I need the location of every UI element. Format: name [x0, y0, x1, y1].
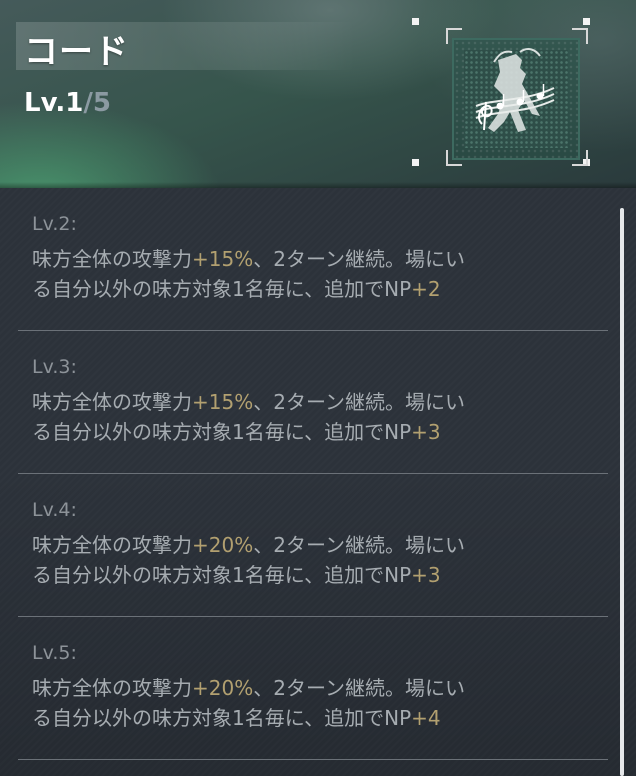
- np-bonus: +4: [411, 706, 441, 730]
- effect-description: 味方全体の攻撃力+20%、2ターン継続。場にい る自分以外の味方対象1名毎に、追…: [32, 673, 592, 733]
- frame-dot: [412, 159, 419, 166]
- level-label: Lv.3:: [32, 356, 77, 378]
- effect-text: る自分以外の味方対象1名毎に、追加でNP: [32, 277, 412, 301]
- skill-icon: [452, 38, 580, 160]
- attack-bonus: +15%: [192, 390, 254, 414]
- level-label: Lv.4:: [32, 499, 77, 521]
- skill-level: Lv.1/5: [24, 88, 111, 118]
- effect-text: 、2ターン継続。場にい: [253, 247, 465, 271]
- np-bonus: +3: [411, 420, 441, 444]
- effect-description: 味方全体の攻撃力+15%、2ターン継続。場にい る自分以外の味方対象1名毎に、追…: [32, 387, 592, 447]
- attack-bonus: +15%: [192, 247, 254, 271]
- max-level: /5: [83, 88, 111, 118]
- attack-bonus: +20%: [192, 676, 254, 700]
- effect-text: 、2ターン継続。場にい: [253, 676, 465, 700]
- list-item: Lv.5: 味方全体の攻撃力+20%、2ターン継続。場にい る自分以外の味方対象…: [18, 617, 608, 760]
- effect-text: る自分以外の味方対象1名毎に、追加でNP: [32, 706, 412, 730]
- skill-detail-panel: コード Lv.1/5 Lv.2: 味方全体の攻撃力+15%、2ターン継続。場にい…: [0, 0, 636, 776]
- effect-text: る自分以外の味方対象1名毎に、追加でNP: [32, 420, 412, 444]
- skill-icon-frame[interactable]: [412, 18, 590, 166]
- effect-text: 味方全体の攻撃力: [32, 390, 192, 414]
- scrollbar-thumb[interactable]: [620, 208, 624, 776]
- effect-text: る自分以外の味方対象1名毎に、追加でNP: [32, 563, 412, 587]
- level-effects-list[interactable]: Lv.2: 味方全体の攻撃力+15%、2ターン継続。場にい る自分以外の味方対象…: [18, 188, 608, 776]
- skill-header: コード Lv.1/5: [0, 0, 636, 188]
- effect-description: 味方全体の攻撃力+20%、2ターン継続。場にい る自分以外の味方対象1名毎に、追…: [32, 530, 592, 590]
- list-item: Lv.2: 味方全体の攻撃力+15%、2ターン継続。場にい る自分以外の味方対象…: [18, 188, 608, 331]
- effect-text: 、2ターン継続。場にい: [253, 533, 465, 557]
- level-label: Lv.2:: [32, 213, 77, 235]
- list-item: Lv.3: 味方全体の攻撃力+15%、2ターン継続。場にい る自分以外の味方対象…: [18, 331, 608, 474]
- current-level: Lv.1: [24, 88, 84, 118]
- np-bonus: +2: [411, 277, 441, 301]
- attack-bonus: +20%: [192, 533, 254, 557]
- music-note-figure-icon: [475, 48, 555, 132]
- scrollbar[interactable]: [620, 208, 624, 776]
- effect-text: 味方全体の攻撃力: [32, 676, 192, 700]
- frame-dot: [583, 18, 590, 25]
- effect-text: 味方全体の攻撃力: [32, 247, 192, 271]
- level-label: Lv.5:: [32, 642, 77, 664]
- effect-description: 味方全体の攻撃力+15%、2ターン継続。場にい る自分以外の味方対象1名毎に、追…: [32, 244, 592, 304]
- skill-name: コード: [24, 32, 129, 72]
- effect-text: 、2ターン継続。場にい: [253, 390, 465, 414]
- np-bonus: +3: [411, 563, 441, 587]
- list-item: Lv.4: 味方全体の攻撃力+20%、2ターン継続。場にい る自分以外の味方対象…: [18, 474, 608, 617]
- frame-dot: [412, 18, 419, 25]
- effect-text: 味方全体の攻撃力: [32, 533, 192, 557]
